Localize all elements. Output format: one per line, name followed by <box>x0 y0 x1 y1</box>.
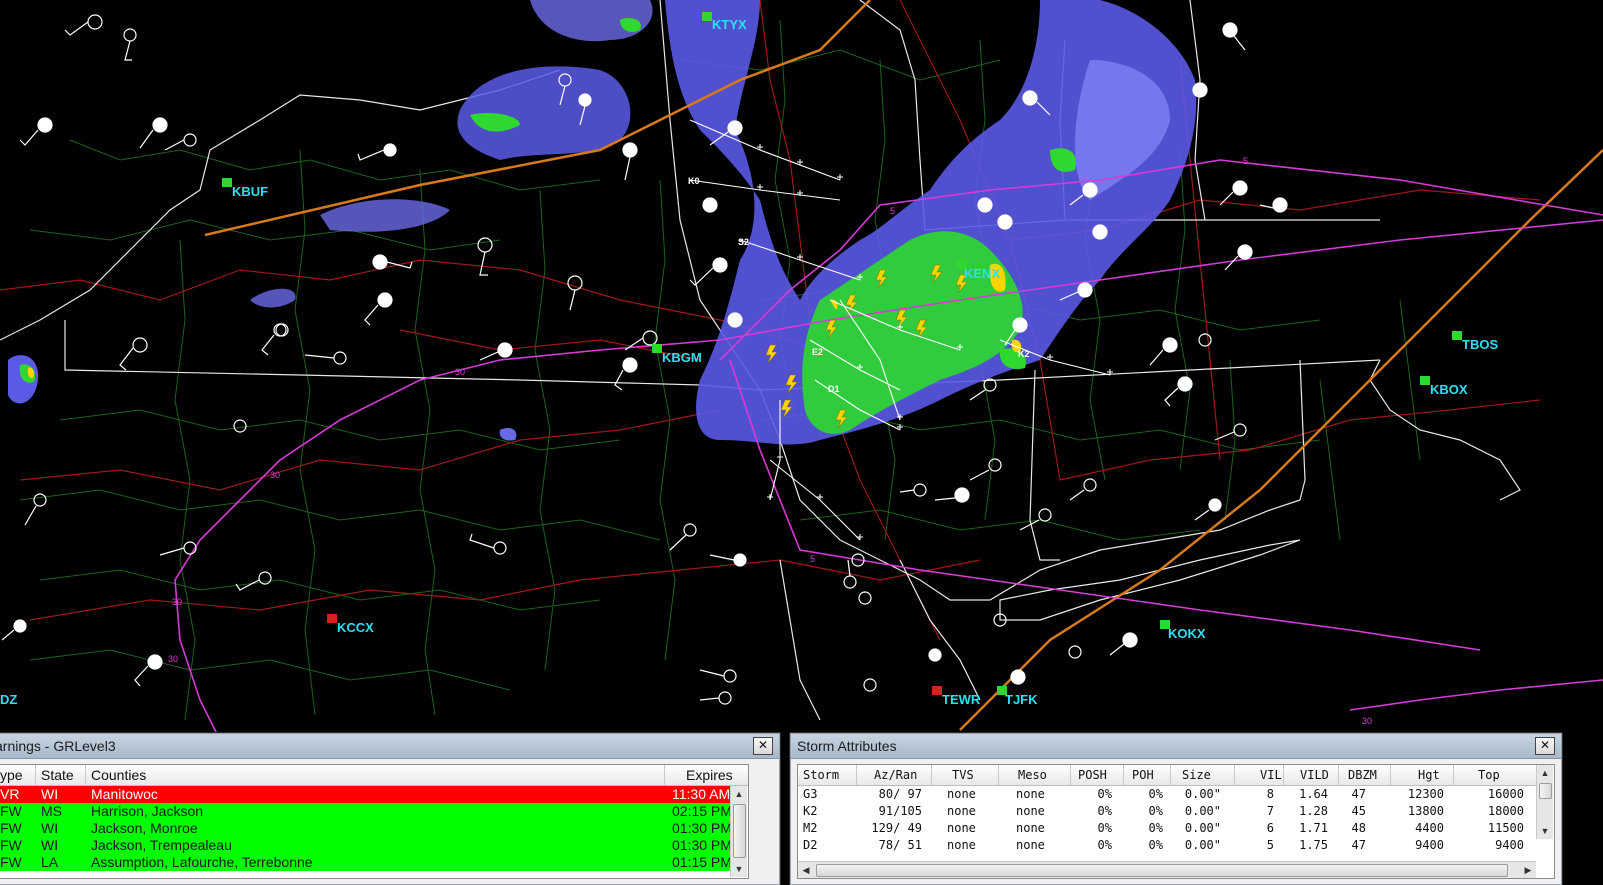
column-header-hgt[interactable]: Hgt <box>1418 768 1440 782</box>
radar-label-tjfk: TJFK <box>1005 692 1038 707</box>
svg-text:K2: K2 <box>1018 349 1030 359</box>
column-header-type[interactable]: ype <box>0 767 23 783</box>
column-header-size[interactable]: Size <box>1182 768 1211 782</box>
storm-horizontal-scrollbar[interactable]: ◀ ▶ <box>798 861 1536 878</box>
column-header-vild[interactable]: VILD <box>1300 768 1329 782</box>
svg-text:30: 30 <box>270 470 280 480</box>
radar-label-kbuf: KBUF <box>232 184 268 199</box>
warning-row[interactable]: VR WI Manitowoc 11:30 AM <box>0 786 730 803</box>
warnings-panel[interactable]: arnings - GRLevel3 ✕ ype State Counties … <box>0 733 780 885</box>
column-header-dbzm[interactable]: DBZM <box>1348 768 1377 782</box>
scroll-down-icon[interactable]: ▼ <box>1537 823 1553 839</box>
svg-text:5: 5 <box>890 206 895 216</box>
storm-attributes-title-bar[interactable]: Storm Attributes ✕ <box>791 734 1561 759</box>
radar-label-kbgm: KBGM <box>662 350 702 365</box>
radar-label-kccx: KCCX <box>337 620 374 635</box>
storm-attributes-table[interactable]: Storm Az/Ran TVS Meso POSH POH Size VIL … <box>797 764 1555 879</box>
scroll-up-icon[interactable]: ▲ <box>731 786 747 802</box>
column-header-top[interactable]: Top <box>1478 768 1500 782</box>
close-icon[interactable]: ✕ <box>753 737 773 755</box>
radar-label-ktyx: KTYX <box>712 17 747 32</box>
scroll-left-icon[interactable]: ◀ <box>798 862 814 878</box>
warning-row[interactable]: FW WI Jackson, Monroe 01:30 PM <box>0 820 732 837</box>
svg-text:E2: E2 <box>812 347 823 357</box>
warnings-table-header: ype State Counties Expires <box>0 765 748 786</box>
storm-row[interactable]: G3 80/ 97 none none 0% 0% 0.00" 8 1.64 4… <box>798 786 1536 803</box>
column-header-posh[interactable]: POSH <box>1078 768 1107 782</box>
warning-row[interactable]: FW LA Assumption, Lafourche, Terrebonne … <box>0 854 732 871</box>
close-icon[interactable]: ✕ <box>1535 737 1555 755</box>
column-header-poh[interactable]: POH <box>1132 768 1154 782</box>
svg-text:5: 5 <box>1243 156 1248 166</box>
warnings-vertical-scrollbar[interactable]: ▲ ▼ <box>730 786 747 877</box>
scroll-up-icon[interactable]: ▲ <box>1537 765 1553 781</box>
svg-text:5: 5 <box>810 554 815 564</box>
radar-label-dz: DZ <box>0 692 17 707</box>
column-header-vil[interactable]: VIL <box>1260 768 1282 782</box>
column-header-counties[interactable]: Counties <box>91 767 146 783</box>
storm-vertical-scrollbar[interactable]: ▲ ▼ <box>1536 765 1553 839</box>
svg-text:30: 30 <box>168 654 178 664</box>
radar-label-tewr: TEWR <box>942 692 981 707</box>
svg-text:30: 30 <box>1362 716 1372 726</box>
svg-text:S2: S2 <box>738 237 749 247</box>
storm-row[interactable]: D2 78/ 51 none none 0% 0% 0.00" 5 1.75 4… <box>798 837 1536 854</box>
storm-row[interactable]: M2 129/ 49 none none 0% 0% 0.00" 6 1.71 … <box>798 820 1536 837</box>
warning-row[interactable]: FW MS Harrison, Jackson 02:15 PM <box>0 803 732 820</box>
warnings-title: arnings - GRLevel3 <box>0 738 116 754</box>
storm-row[interactable]: K2 91/105 none none 0% 0% 0.00" 7 1.28 4… <box>798 803 1536 820</box>
storm-attributes-panel[interactable]: Storm Attributes ✕ Storm Az/Ran TVS Meso… <box>790 733 1562 885</box>
radar-label-kokx: KOKX <box>1168 626 1206 641</box>
warning-row[interactable]: FW WI Jackson, Trempealeau 01:30 PM <box>0 837 732 854</box>
svg-text:K0: K0 <box>688 176 700 186</box>
column-header-expires[interactable]: Expires <box>686 767 733 783</box>
radar-label-kbox: KBOX <box>1430 382 1468 397</box>
column-header-meso[interactable]: Meso <box>1018 768 1047 782</box>
scroll-down-icon[interactable]: ▼ <box>731 861 747 877</box>
storm-attributes-header: Storm Az/Ran TVS Meso POSH POH Size VIL … <box>798 765 1536 786</box>
svg-text:30: 30 <box>455 367 465 377</box>
column-header-az-ran[interactable]: Az/Ran <box>874 768 917 782</box>
column-header-state[interactable]: State <box>41 767 74 783</box>
warnings-title-bar[interactable]: arnings - GRLevel3 ✕ <box>0 734 779 759</box>
scrollbar-thumb[interactable] <box>816 864 1508 877</box>
storm-attributes-title: Storm Attributes <box>797 738 897 754</box>
scrollbar-thumb[interactable] <box>1539 783 1552 799</box>
radar-label-kenx: KENX <box>964 266 1000 281</box>
scroll-right-icon[interactable]: ▶ <box>1520 862 1536 878</box>
svg-text:D1: D1 <box>828 384 840 394</box>
radar-label-tbos: TBOS <box>1462 337 1498 352</box>
column-header-tvs[interactable]: TVS <box>952 768 974 782</box>
svg-text:30: 30 <box>172 597 182 607</box>
column-header-storm[interactable]: Storm <box>803 768 839 782</box>
warnings-table[interactable]: ype State Counties Expires VR WI Manitow… <box>0 764 749 879</box>
scrollbar-thumb[interactable] <box>733 804 746 858</box>
